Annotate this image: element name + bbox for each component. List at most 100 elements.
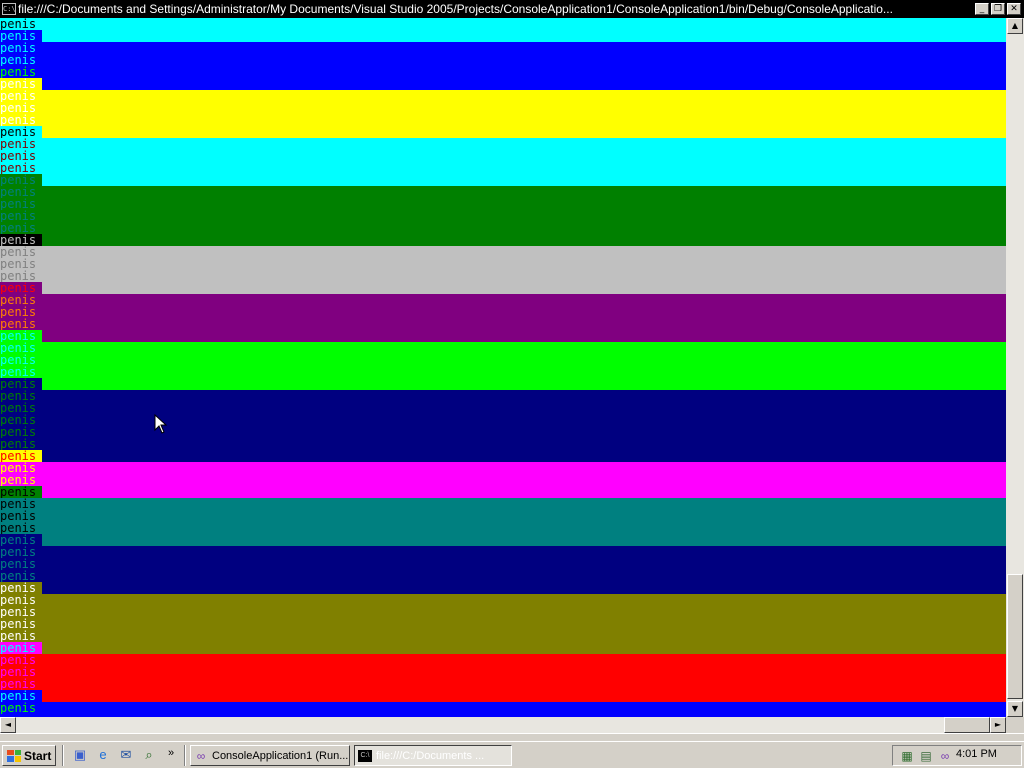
color-band: [0, 42, 1006, 90]
console-line: penis: [0, 114, 42, 126]
arrow-cursor-icon: [154, 413, 168, 434]
vertical-scrollbar[interactable]: ▲ ▼: [1006, 18, 1024, 717]
color-band: [0, 186, 1006, 246]
console-line: penis: [0, 198, 42, 210]
scroll-up-button[interactable]: ▲: [1007, 18, 1023, 34]
console-line: penis: [0, 342, 42, 354]
taskbar-button-label: file:///C:/Documents ...: [376, 749, 485, 762]
scroll-right-button[interactable]: ►: [990, 717, 1006, 733]
color-band: [0, 462, 1006, 498]
console-line: penis: [0, 402, 42, 414]
console-line: penis: [0, 666, 42, 678]
console-line: penis: [0, 222, 42, 234]
console-line: penis: [0, 606, 42, 618]
console-window-icon[interactable]: C:\: [2, 3, 16, 15]
taskbar-separator: [62, 745, 64, 766]
console-line: penis: [0, 414, 42, 426]
color-band: [0, 654, 1006, 702]
windows-logo-icon: [7, 749, 21, 762]
console-line: penis: [0, 630, 42, 642]
color-band: [0, 498, 1006, 546]
console-line: penis: [0, 702, 42, 714]
console-line: penis: [0, 486, 42, 498]
minimize-button[interactable]: _: [975, 3, 989, 15]
scroll-down-button[interactable]: ▼: [1007, 701, 1023, 717]
restore-button[interactable]: ❐: [991, 3, 1005, 15]
console-line: penis: [0, 126, 42, 138]
console-line: penis: [0, 54, 42, 66]
horizontal-scroll-thumb[interactable]: [944, 717, 990, 733]
console-line: penis: [0, 582, 42, 594]
console-line: penis: [0, 678, 42, 690]
close-button[interactable]: ✕: [1007, 3, 1021, 15]
taskbar-button[interactable]: ∞ ConsoleApplication1 (Run...: [190, 745, 350, 766]
show-desktop-icon[interactable]: ▣: [72, 747, 88, 763]
color-band: [0, 246, 1006, 294]
color-band: [0, 90, 1006, 138]
console-line: penis: [0, 102, 42, 114]
vertical-scroll-thumb[interactable]: [1007, 574, 1023, 699]
window-bottom-frame: [0, 733, 1024, 741]
outlook-icon[interactable]: ✉: [118, 747, 134, 763]
console-line: penis: [0, 522, 42, 534]
console-line: penis: [0, 174, 42, 186]
visual-studio-icon[interactable]: ∞: [937, 748, 953, 764]
console-line: penis: [0, 30, 42, 42]
console-line: penis: [0, 258, 42, 270]
console-line: penis: [0, 186, 42, 198]
console-line: penis: [0, 66, 42, 78]
color-band: [0, 294, 1006, 342]
console-icon: C:\: [358, 749, 372, 762]
taskbar-button[interactable]: C:\ file:///C:/Documents ...: [354, 745, 512, 766]
clock[interactable]: 4:01 PM: [956, 748, 997, 760]
color-band: [0, 546, 1006, 594]
console-line: penis: [0, 438, 42, 450]
network-icon[interactable]: ▦: [899, 748, 915, 764]
console-line: penis: [0, 78, 42, 90]
color-band: [0, 702, 1006, 717]
console-line: penis: [0, 318, 42, 330]
console-line: penis: [0, 150, 42, 162]
console-line: penis: [0, 210, 42, 222]
console-line: penis: [0, 354, 42, 366]
console-line: penis: [0, 330, 42, 342]
console-line: penis: [0, 42, 42, 54]
console-line: penis: [0, 558, 42, 570]
console-line: penis: [0, 90, 42, 102]
console-line: penis: [0, 18, 42, 30]
console-line: penis: [0, 618, 42, 630]
internet-explorer-icon[interactable]: e: [95, 747, 111, 763]
console-line: penis: [0, 642, 42, 654]
console-output[interactable]: penis penis penis penis penis penis penis penis…: [0, 18, 1006, 717]
console-line: penis: [0, 390, 42, 402]
console-line: penis: [0, 534, 42, 546]
console-line: penis: [0, 690, 42, 702]
console-line: penis: [0, 246, 42, 258]
search-icon[interactable]: ⌕: [141, 747, 157, 763]
color-band: [0, 138, 1006, 186]
console-line: penis: [0, 510, 42, 522]
console-line: penis: [0, 270, 42, 282]
console-line: penis: [0, 498, 42, 510]
window-titlebar[interactable]: C:\ file:///C:/Documents and Settings/Ad…: [0, 0, 1024, 18]
console-line: penis: [0, 366, 42, 378]
color-band: [0, 342, 1006, 390]
console-line: penis: [0, 450, 42, 462]
scroll-left-button[interactable]: ◄: [0, 717, 16, 733]
color-band: [0, 18, 1006, 42]
console-line: penis: [0, 654, 42, 666]
console-line: penis: [0, 138, 42, 150]
horizontal-scrollbar[interactable]: ◄ ►: [0, 717, 1006, 733]
printer-icon[interactable]: ▤: [918, 748, 934, 764]
scrollbar-corner: [1006, 717, 1024, 733]
console-line: penis: [0, 570, 42, 582]
console-line: penis: [0, 282, 42, 294]
console-line: penis: [0, 234, 42, 246]
console-line: penis: [0, 306, 42, 318]
console-line: penis: [0, 294, 42, 306]
start-button[interactable]: Start: [2, 745, 56, 766]
window-title: file:///C:/Documents and Settings/Admini…: [18, 2, 893, 16]
console-line: penis: [0, 162, 42, 174]
quick-launch-overflow-button[interactable]: »: [168, 747, 174, 759]
color-band: [0, 594, 1006, 654]
